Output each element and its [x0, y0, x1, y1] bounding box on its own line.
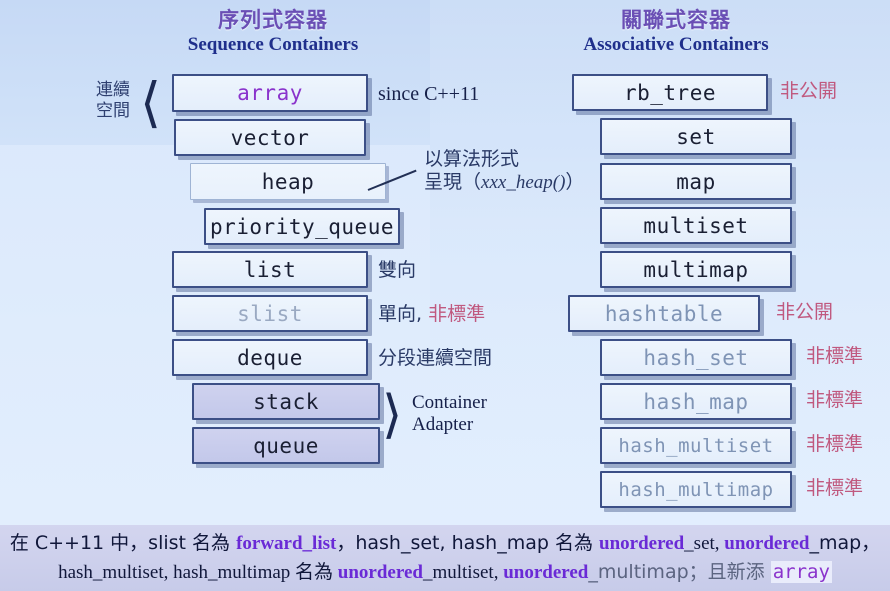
- note-heap-line1: 以算法形式: [424, 148, 520, 170]
- container-box-vector[interactable]: vector: [174, 119, 366, 156]
- container-box-set[interactable]: set: [600, 118, 792, 155]
- container-label-hash-multiset: hash_multiset: [618, 434, 774, 457]
- container-box-map[interactable]: map: [600, 163, 792, 200]
- note-deque-segmented: 分段連續空間: [378, 347, 493, 369]
- note-slist: 單向, 非標準: [378, 303, 485, 326]
- note-hash-multimap-non-standard: 非標準: [806, 477, 864, 499]
- contiguous-space-line1: 連續: [96, 80, 130, 100]
- note-hash-set-non-standard: 非標準: [806, 345, 864, 367]
- container-box-hash-map[interactable]: hash_map: [600, 383, 792, 420]
- contiguous-space-bracket-icon: ⟨: [140, 73, 162, 133]
- note-list-bidirectional: 雙向: [378, 259, 417, 281]
- footer-note: 在 C++11 中，slist 名為 forward_list，hash_set…: [0, 525, 890, 591]
- sequence-title-en: Sequence Containers: [187, 33, 359, 55]
- container-box-hash-multiset[interactable]: hash_multiset: [600, 427, 792, 464]
- note-container-adapter: Container Adapter: [412, 392, 487, 437]
- contiguous-space-line2: 空間: [96, 101, 130, 122]
- container-label-array: array: [237, 81, 303, 105]
- footer-line-1: 在 C++11 中，slist 名為 forward_list，hash_set…: [0, 529, 890, 558]
- container-label-priority-queue: priority_queue: [209, 214, 394, 239]
- container-box-hash-set[interactable]: hash_set: [600, 339, 792, 376]
- slide-canvas: 序列式容器 Sequence Containers 關聯式容器 Associat…: [0, 0, 890, 591]
- container-box-multimap[interactable]: multimap: [600, 251, 792, 288]
- note-heap: 以算法形式 呈現（xxx_heap()）: [424, 148, 584, 194]
- container-adapter-bracket-icon: ⟩: [382, 387, 403, 444]
- note-hash-map-non-standard: 非標準: [806, 389, 864, 411]
- footer-l2-unordered-1: unordered: [337, 562, 423, 583]
- footer-l2-unordered-2: unordered: [503, 562, 589, 583]
- footer-l1-p4: _map，: [809, 532, 881, 554]
- note-hashtable-non-public: 非公開: [776, 301, 834, 323]
- container-label-heap: heap: [261, 169, 315, 194]
- note-heap-line2-pre: 呈現（: [424, 171, 482, 194]
- container-label-list: list: [243, 257, 297, 282]
- footer-l1-unordered-2: unordered: [724, 533, 810, 554]
- note-slist-plain: 單向,: [378, 303, 429, 325]
- note-slist-nonstandard: 非標準: [428, 303, 486, 325]
- container-label-vector: vector: [230, 125, 310, 150]
- sequence-title-zh: 序列式容器: [218, 8, 328, 32]
- footer-l2-array: array: [770, 561, 832, 583]
- container-label-stack: stack: [253, 389, 319, 414]
- associative-title-en: Associative Containers: [583, 33, 769, 55]
- container-box-deque[interactable]: deque: [172, 339, 368, 376]
- footer-l1-p1: 在 C++11 中，slist 名為: [9, 532, 237, 554]
- container-box-priority-queue[interactable]: priority_queue: [204, 208, 400, 245]
- container-label-queue: queue: [253, 433, 319, 458]
- container-box-multiset[interactable]: multiset: [600, 207, 792, 244]
- contiguous-space-label: 連續 空間: [96, 80, 130, 123]
- associative-containers-title: 關聯式容器 Associative Containers: [570, 8, 782, 56]
- note-container-adapter-line2: Adapter: [412, 414, 474, 436]
- note-heap-italic: xxx_heap(): [481, 172, 566, 194]
- footer-l2-p2: _multiset,: [422, 562, 504, 583]
- container-label-hash-set: hash_set: [643, 345, 749, 370]
- container-box-heap[interactable]: heap: [190, 163, 386, 200]
- container-box-array[interactable]: array: [172, 74, 368, 112]
- container-label-multimap: multimap: [643, 257, 749, 282]
- note-container-adapter-line1: Container: [412, 392, 487, 413]
- note-heap-line2-post: ）: [565, 171, 585, 194]
- container-box-slist[interactable]: slist: [172, 295, 368, 332]
- note-heap-line2: 呈現（xxx_heap()）: [424, 171, 584, 194]
- footer-line-2: hash_multiset, hash_multimap 名為 unordere…: [0, 558, 890, 587]
- container-label-set: set: [676, 124, 716, 149]
- container-label-hash-multimap: hash_multimap: [618, 478, 774, 501]
- container-label-rb-tree: rb_tree: [623, 80, 716, 105]
- footer-l1-p3: _set,: [684, 533, 725, 554]
- container-box-rb-tree[interactable]: rb_tree: [572, 74, 768, 111]
- container-label-hash-map: hash_map: [643, 389, 749, 414]
- note-since-cpp11: since C++11: [378, 83, 480, 105]
- container-box-hash-multimap[interactable]: hash_multimap: [600, 471, 792, 508]
- container-label-hashtable: hashtable: [604, 301, 724, 326]
- container-label-map: map: [676, 169, 716, 194]
- associative-title-zh: 關聯式容器: [621, 8, 731, 32]
- footer-l1-forward-list: forward_list: [236, 533, 337, 554]
- container-box-stack[interactable]: stack: [192, 383, 380, 420]
- container-box-list[interactable]: list: [172, 251, 368, 288]
- footer-l1-p2: ，hash_set, hash_map 名為: [336, 532, 599, 554]
- sequence-containers-title: 序列式容器 Sequence Containers: [170, 8, 376, 56]
- note-hash-multiset-non-standard: 非標準: [806, 433, 864, 455]
- container-box-hashtable[interactable]: hashtable: [568, 295, 760, 332]
- footer-l1-unordered-1: unordered: [599, 533, 685, 554]
- container-label-slist: slist: [237, 301, 303, 326]
- container-label-multiset: multiset: [643, 213, 749, 238]
- note-rb-tree-non-public: 非公開: [780, 80, 838, 102]
- container-box-queue[interactable]: queue: [192, 427, 380, 464]
- footer-l2-p3: _multimap；且新添: [588, 561, 771, 583]
- container-label-deque: deque: [237, 345, 303, 370]
- background-panel-left: [0, 145, 430, 525]
- footer-l2-p1: hash_multiset, hash_multimap 名為: [58, 562, 338, 583]
